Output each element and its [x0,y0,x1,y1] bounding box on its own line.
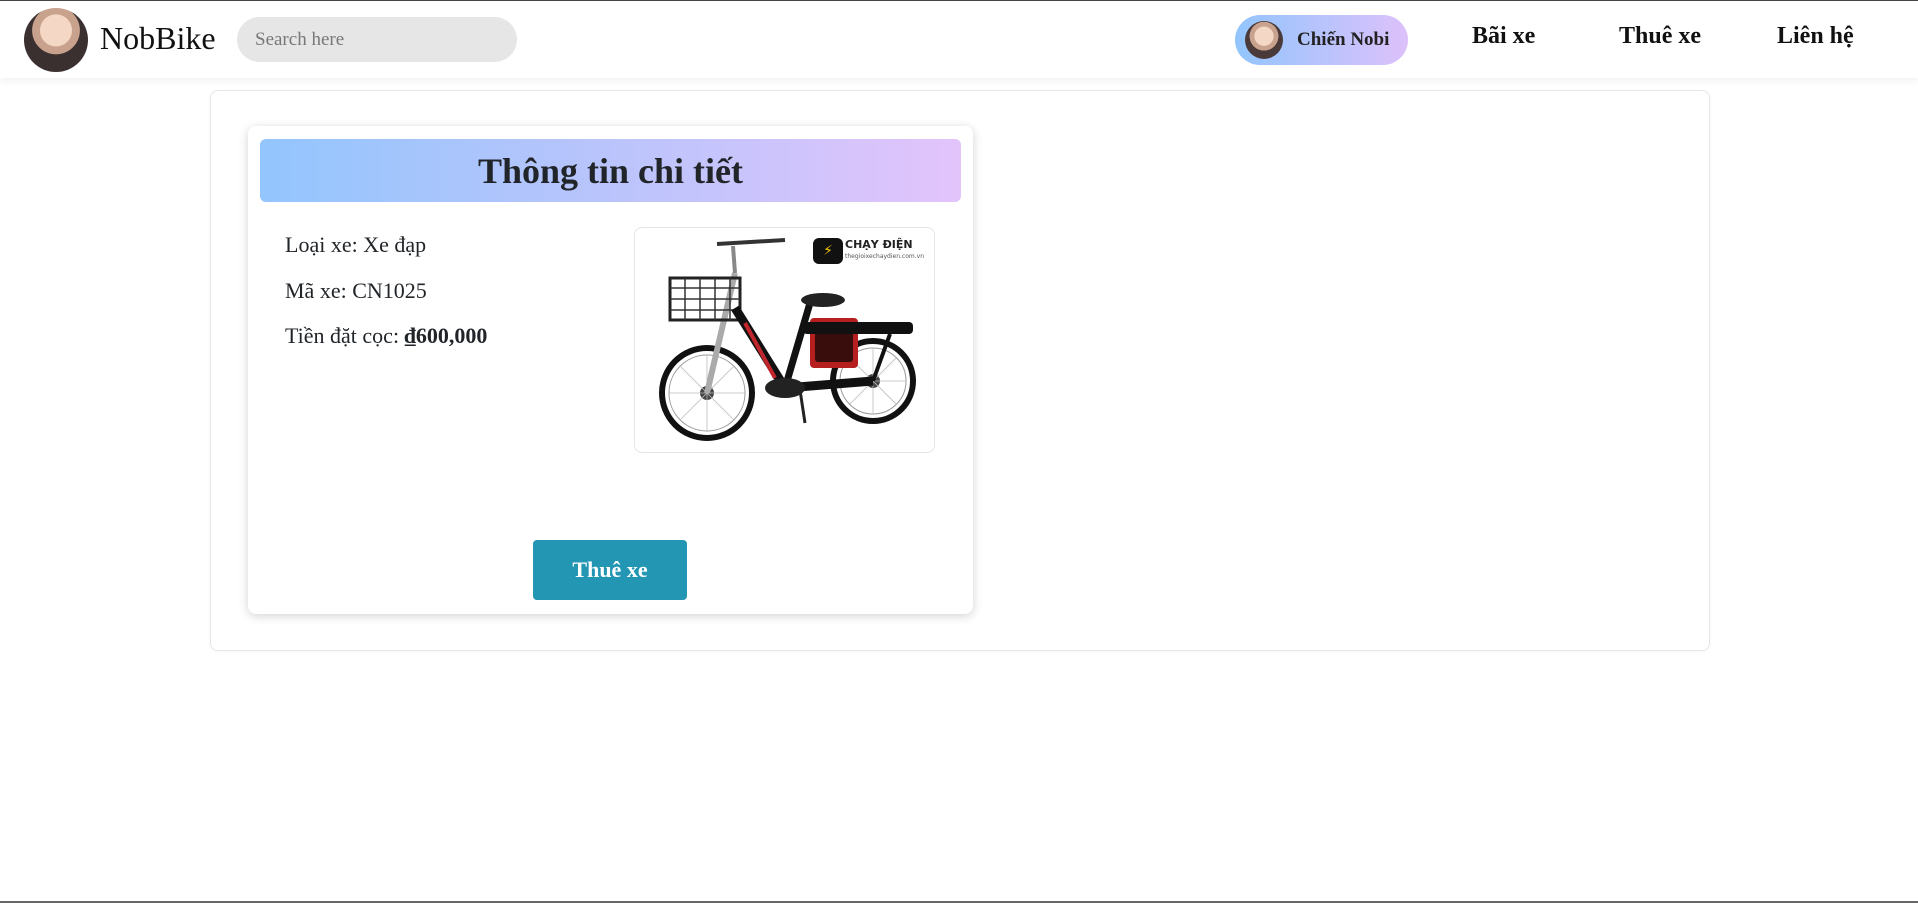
bike-code-value: CN1025 [352,278,427,303]
bike-type-value: Xe đạp [363,232,427,257]
logo-avatar-icon[interactable] [24,8,88,72]
deposit-label: Tiền đặt cọc: [285,323,405,348]
detail-title: Thông tin chi tiết [477,150,744,191]
user-avatar-icon [1245,21,1283,59]
deposit-line: Tiền đặt cọc: ₫600,000 [285,323,487,349]
detail-header: Thông tin chi tiết [260,139,961,202]
search-input[interactable] [237,17,517,62]
rent-bike-button[interactable]: Thuê xe [533,540,687,600]
brand-name[interactable]: NobBike [100,20,216,57]
user-profile-button[interactable]: Chiến Nobi [1235,15,1408,65]
nav-link-contact[interactable]: Liên hệ [1777,23,1854,50]
bike-type-line: Loại xe: Xe đạp [285,232,426,258]
bike-code-label: Mã xe: [285,278,353,303]
bike-code-line: Mã xe: CN1025 [285,278,427,304]
bike-detail-card: Thông tin chi tiết Loại xe: Xe đạp Mã xe… [248,126,973,614]
bike-type-label: Loại xe: [285,232,364,257]
bike-image: ⚡ CHẠY ĐIỆN thegioixechaydien.com.vn [634,227,935,453]
deposit-value: ₫600,000 [404,323,488,348]
top-navbar: NobBike Chiến Nobi Bãi xe Thuê xe Liên h… [0,1,1918,78]
electric-bicycle-icon [659,238,916,441]
user-name: Chiến Nobi [1297,29,1390,50]
nav-link-rent[interactable]: Thuê xe [1619,23,1701,50]
nav-link-parking[interactable]: Bãi xe [1472,23,1535,50]
